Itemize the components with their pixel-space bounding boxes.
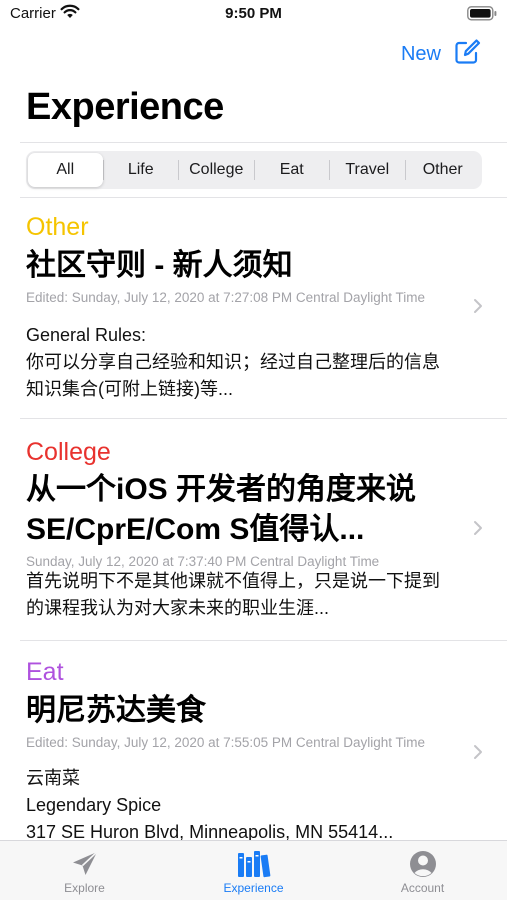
post-title: 从一个iOS 开发者的角度来说 SE/CprE/Com S值得认... [26, 473, 417, 546]
row-divider [20, 418, 507, 419]
segment-all[interactable]: All [28, 153, 103, 187]
status-time: 9:50 PM [225, 5, 282, 22]
chevron-right-icon [473, 298, 483, 319]
tab-bar: Explore Experience Account [0, 840, 507, 900]
segment-life[interactable]: Life [104, 153, 179, 187]
tab-account[interactable]: Account [338, 841, 507, 900]
compose-icon [453, 38, 481, 71]
list-item[interactable]: College 从一个iOS 开发者的角度来说 SE/CprE/Com S值得认… [0, 420, 507, 641]
segment-travel[interactable]: Travel [330, 153, 405, 187]
list-item[interactable]: Eat 明尼苏达美食 Edited: Sunday, July 12, 2020… [0, 641, 507, 840]
segment-other[interactable]: Other [406, 153, 481, 187]
segment-eat[interactable]: Eat [255, 153, 330, 187]
post-excerpt: General Rules: 你可以分享自己经验和知识；经过自己整理后的信息知识… [26, 325, 440, 399]
post-title: 明尼苏达美食 [26, 694, 206, 727]
new-button-label: New [400, 42, 441, 65]
post-category: College [26, 438, 111, 466]
tab-experience[interactable]: Experience [169, 841, 338, 900]
post-category: Eat [26, 658, 64, 686]
category-segmented-control[interactable]: All Life College Eat Travel Other [26, 151, 482, 189]
post-excerpt: 首先说明下不是其他课就不值得上，只是说一下提到的课程我认为对大家未来的职业生涯.… [26, 571, 440, 618]
new-post-button[interactable]: New [401, 38, 481, 70]
post-title: 社区守则 - 新人须知 [26, 249, 293, 282]
experience-list[interactable]: Other 社区守则 - 新人须知 Edited: Sunday, July 1… [0, 198, 507, 840]
paperplane-icon [72, 851, 98, 875]
battery-icon [467, 6, 497, 26]
tab-label: Explore [64, 881, 105, 895]
person-circle-icon [409, 851, 436, 877]
books-icon [237, 851, 270, 878]
segment-college[interactable]: College [179, 153, 254, 187]
header-divider [20, 142, 507, 143]
tab-explore[interactable]: Explore [0, 841, 169, 900]
chevron-right-icon [473, 744, 483, 765]
post-category: Other [26, 213, 89, 241]
tab-label: Account [400, 881, 445, 895]
chevron-right-icon [473, 520, 483, 541]
list-item[interactable]: Other 社区守则 - 新人须知 Edited: Sunday, July 1… [0, 198, 507, 420]
page-title: Experience [26, 86, 224, 128]
post-excerpt: 云南菜 Legendary Spice 317 SE Huron Blvd, M… [26, 768, 394, 840]
tab-label: Experience [223, 881, 284, 895]
post-date: Edited: Sunday, July 12, 2020 at 7:27:08… [26, 290, 425, 305]
status-bar: Carrier 9:50 PM [0, 0, 507, 30]
post-date: Edited: Sunday, July 12, 2020 at 7:55:05… [26, 735, 425, 750]
